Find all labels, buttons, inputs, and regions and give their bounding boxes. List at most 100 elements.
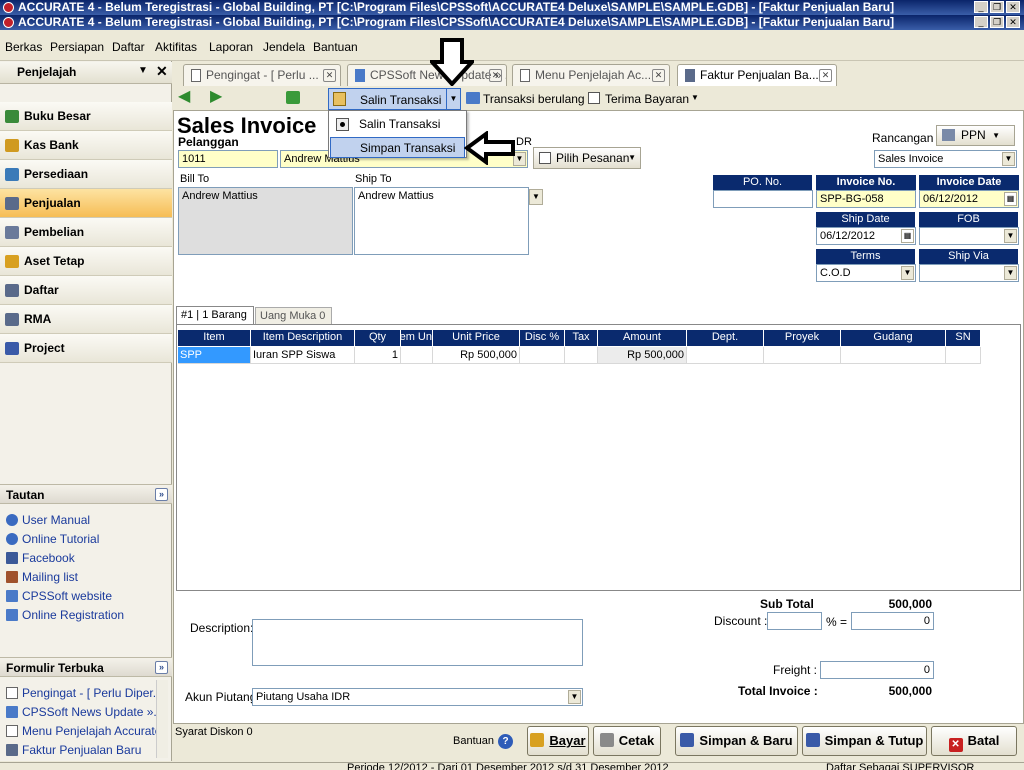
child-minimize-button[interactable]: _ xyxy=(974,16,988,28)
close-tab-icon[interactable]: ✕ xyxy=(489,69,502,82)
link-user-manual[interactable]: User Manual xyxy=(6,513,90,527)
back-arrow-icon[interactable]: ◀ xyxy=(178,89,194,105)
close-button[interactable]: ✕ xyxy=(1006,1,1020,13)
invoice-no-field[interactable]: SPP-BG-058 xyxy=(816,190,916,208)
restore-button[interactable]: ❐ xyxy=(990,1,1004,13)
cell-disc[interactable] xyxy=(520,347,565,364)
customer-id-field[interactable]: 1011 xyxy=(178,150,278,168)
simpan-baru-button[interactable]: Simpan & Baru xyxy=(675,726,798,756)
salin-transaksi-button[interactable]: Salin Transaksi ▼ xyxy=(328,88,461,110)
chevron-down-icon[interactable]: ▼ xyxy=(691,93,699,102)
chevron-down-icon[interactable]: ▼ xyxy=(901,266,914,280)
link-online-registration[interactable]: Online Registration xyxy=(6,608,124,622)
menu-laporan[interactable]: Laporan xyxy=(209,40,253,54)
help-icon[interactable]: ? xyxy=(498,734,513,749)
menu-persiapan[interactable]: Persiapan xyxy=(50,40,104,54)
cell-gudang[interactable] xyxy=(841,347,946,364)
close-tab-icon[interactable]: ✕ xyxy=(323,69,336,82)
tab-news[interactable]: CPSSoft News Update » ... ✕ xyxy=(347,64,507,86)
open-form-item[interactable]: CPSSoft News Update »... xyxy=(6,705,163,719)
menu-berkas[interactable]: Berkas xyxy=(5,40,42,54)
po-no-field[interactable] xyxy=(713,190,813,208)
child-restore-button[interactable]: ❐ xyxy=(990,16,1004,28)
ship-to-field[interactable]: Andrew Mattius xyxy=(354,187,529,255)
menu-item-simpan-transaksi[interactable]: Simpan Transaksi xyxy=(330,137,465,158)
description-field[interactable] xyxy=(252,619,583,666)
tab-barang[interactable]: #1 | 1 Barang xyxy=(176,306,254,324)
batal-button[interactable]: ✕ Batal xyxy=(931,726,1017,756)
collapse-chevron-icon[interactable]: » xyxy=(155,488,168,501)
link-cpssoft-website[interactable]: CPSSoft website xyxy=(6,589,112,603)
fob-select[interactable]: ▼ xyxy=(919,227,1019,245)
akun-piutang-select[interactable]: Piutang Usaha IDR ▼ xyxy=(252,688,583,706)
scrollbar[interactable] xyxy=(156,680,168,758)
simpan-tutup-button[interactable]: Simpan & Tutup xyxy=(802,726,927,756)
tab-pengingat[interactable]: Pengingat - [ Perlu ... ✕ xyxy=(183,64,341,86)
ppn-button[interactable]: PPN ▼ xyxy=(936,125,1015,146)
cell-qty[interactable]: 1 xyxy=(355,347,401,364)
freight-field[interactable]: 0 xyxy=(820,661,934,679)
cetak-button[interactable]: Cetak xyxy=(593,726,661,756)
cell-proyek[interactable] xyxy=(764,347,841,364)
open-form-item[interactable]: Menu Penjelajah Accurate xyxy=(6,724,161,738)
menu-item-salin-transaksi[interactable]: Salin Transaksi xyxy=(330,114,465,135)
menu-aktifitas[interactable]: Aktifitas xyxy=(155,40,197,54)
terima-bayaran-button[interactable]: Terima Bayaran xyxy=(605,92,689,106)
nav-aset-tetap[interactable]: Aset Tetap xyxy=(0,247,172,276)
nav-pembelian[interactable]: Pembelian xyxy=(0,218,172,247)
chevron-down-icon[interactable]: ▼ xyxy=(1004,266,1017,280)
discount-percent-field[interactable] xyxy=(767,612,822,630)
close-tab-icon[interactable]: ✕ xyxy=(652,69,665,82)
cell-tax[interactable] xyxy=(565,347,598,364)
ship-date-field[interactable]: 06/12/2012 ▦ xyxy=(816,227,916,245)
tab-menu-penjelajah[interactable]: Menu Penjelajah Ac... ✕ xyxy=(512,64,670,86)
link-online-tutorial[interactable]: Online Tutorial xyxy=(6,532,99,546)
refresh-icon[interactable] xyxy=(286,91,300,104)
bantuan-label[interactable]: Bantuan xyxy=(453,735,494,747)
chevron-down-icon[interactable]: ▼ xyxy=(1002,152,1015,166)
nav-persediaan[interactable]: Persediaan xyxy=(0,160,172,189)
calendar-icon[interactable]: ▦ xyxy=(1004,192,1017,206)
chevron-down-icon[interactable]: ▼ xyxy=(446,89,460,109)
cell-description[interactable]: Iuran SPP Siswa xyxy=(251,347,355,364)
cell-unit[interactable] xyxy=(401,347,433,364)
open-form-item[interactable]: Faktur Penjualan Baru xyxy=(6,743,141,757)
bill-to-field[interactable]: Andrew Mattius xyxy=(178,187,353,255)
nav-daftar[interactable]: Daftar xyxy=(0,276,172,305)
link-facebook[interactable]: Facebook xyxy=(6,551,75,565)
chevron-down-icon[interactable]: ▼ xyxy=(529,189,543,205)
cell-sn[interactable] xyxy=(946,347,981,364)
rancangan-select[interactable]: Sales Invoice ▼ xyxy=(874,150,1017,168)
nav-rma[interactable]: RMA xyxy=(0,305,172,334)
terms-select[interactable]: C.O.D ▼ xyxy=(816,264,916,282)
menu-jendela[interactable]: Jendela xyxy=(263,40,305,54)
chevron-down-icon[interactable]: ▼ xyxy=(1004,229,1017,243)
close-tab-icon[interactable]: ✕ xyxy=(819,69,832,82)
chevron-down-icon[interactable]: ▼ xyxy=(568,690,581,704)
explorer-dropdown-icon[interactable]: ▼ xyxy=(138,65,148,76)
open-form-item[interactable]: Pengingat - [ Perlu Diper... xyxy=(6,686,163,700)
nav-project[interactable]: Project xyxy=(0,334,172,363)
bayar-button[interactable]: Bayar xyxy=(527,726,589,756)
menu-bantuan[interactable]: Bantuan xyxy=(313,40,358,54)
discount-amount-field[interactable]: 0 xyxy=(851,612,934,630)
invoice-date-field[interactable]: 06/12/2012 ▦ xyxy=(919,190,1019,208)
collapse-chevron-icon[interactable]: » xyxy=(155,661,168,674)
nav-buku-besar[interactable]: Buku Besar xyxy=(0,102,172,131)
calendar-icon[interactable]: ▦ xyxy=(901,229,914,243)
nav-penjualan[interactable]: Penjualan xyxy=(0,189,172,218)
cell-item[interactable]: SPP xyxy=(178,347,251,364)
forward-arrow-icon[interactable]: ▶ xyxy=(210,89,226,105)
tab-uang-muka[interactable]: Uang Muka 0 xyxy=(255,307,332,324)
menu-daftar[interactable]: Daftar xyxy=(112,40,145,54)
pilih-pesanan-button[interactable]: Pilih Pesanan ▼ xyxy=(533,147,641,169)
nav-kas-bank[interactable]: Kas Bank xyxy=(0,131,172,160)
tab-faktur-penjualan[interactable]: Faktur Penjualan Ba... ✕ xyxy=(677,64,837,86)
ship-via-select[interactable]: ▼ xyxy=(919,264,1019,282)
cell-unit-price[interactable]: Rp 500,000 xyxy=(433,347,520,364)
link-mailing-list[interactable]: Mailing list xyxy=(6,570,78,584)
transaksi-berulang-button[interactable]: Transaksi berulang xyxy=(483,92,585,106)
minimize-button[interactable]: _ xyxy=(974,1,988,13)
cell-dept[interactable] xyxy=(687,347,764,364)
explorer-close-icon[interactable]: ✕ xyxy=(156,63,168,80)
